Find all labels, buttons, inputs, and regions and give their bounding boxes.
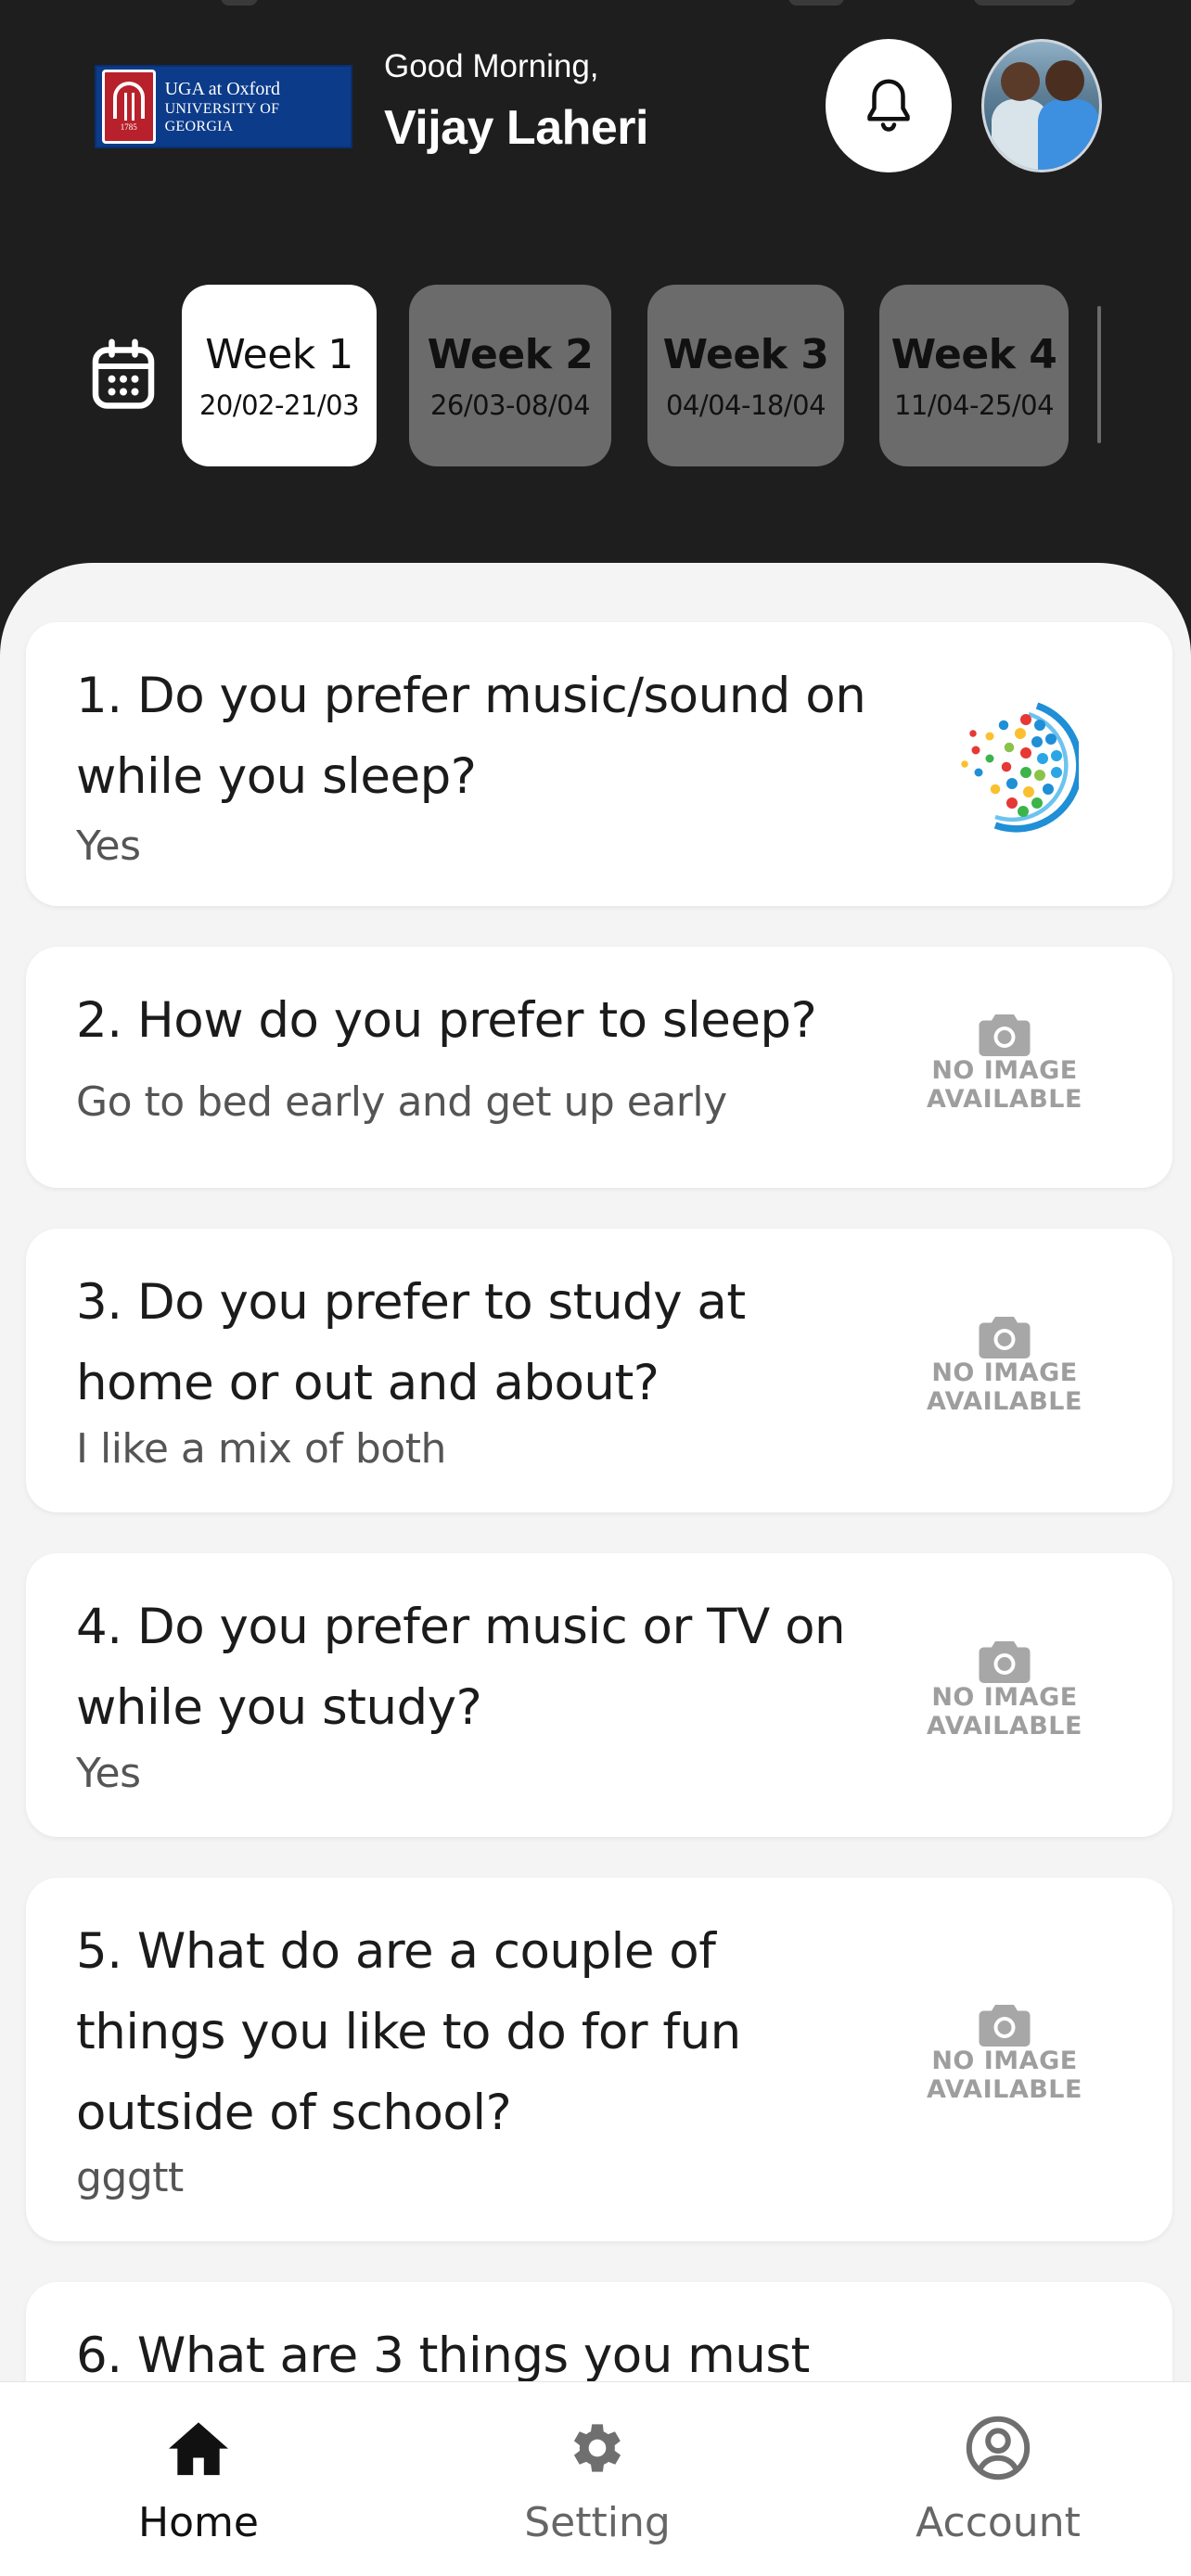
no-image-placeholder: NO IMAGE AVAILABLE [912,1637,1097,1741]
header: 1785 UGA at Oxford UNIVERSITY OF GEORGIA… [0,0,1191,556]
answer-text: I like a mix of both [76,1425,446,1473]
question-card[interactable]: 1. Do you prefer music/sound on while yo… [26,622,1172,906]
gear-icon [573,2424,621,2472]
camera-icon [979,1641,1031,1683]
logo-line2: UNIVERSITY OF GEORGIA [164,100,280,134]
question-text: 2. How do you prefer to sleep? [76,992,817,1049]
bottom-navigation: Home Setting Account [0,2381,1191,2576]
no-image-placeholder: NO IMAGE AVAILABLE [912,1010,1097,1114]
nav-account-label: Account [916,2499,1081,2546]
answer-text: Yes [76,1750,141,1797]
nav-account[interactable]: Account [859,2382,1137,2576]
user-name: Vijay Laheri [384,101,648,155]
no-image-placeholder: NO IMAGE AVAILABLE [912,1312,1097,1416]
nav-setting-label: Setting [524,2499,671,2546]
week-tab-1[interactable]: Week 1 20/02-21/03 [182,285,377,466]
camera-icon [979,1317,1031,1358]
answer-text: Yes [76,823,141,870]
question-card[interactable]: 5. What do are a couple of things you li… [26,1878,1172,2241]
week-tab-3[interactable]: Week 3 04/04-18/04 [647,285,844,466]
nav-home[interactable]: Home [59,2382,338,2576]
question-text: 4. Do you prefer music or TV on while yo… [76,1599,846,1736]
answer-text: gggtt [76,2154,184,2201]
nav-home-label: Home [138,2499,259,2546]
calendar-icon[interactable] [91,338,156,413]
questions-panel[interactable]: 1. Do you prefer music/sound on while yo… [0,563,1191,2576]
greeting-text: Good Morning, [384,48,599,84]
question-card[interactable]: 2. How do you prefer to sleep? Go to bed… [26,947,1172,1188]
question-text: 3. Do you prefer to study at home or out… [76,1274,746,1411]
university-logo: 1785 UGA at Oxford UNIVERSITY OF GEORGIA [95,65,352,148]
nav-setting[interactable]: Setting [458,2382,736,2576]
bell-icon [867,79,910,132]
week-tab-5-edge[interactable] [1097,306,1101,443]
question-text: 5. What do are a couple of things you li… [76,1923,741,2141]
logo-line1: UGA at Oxford [164,78,280,99]
account-circle-icon [966,2416,1031,2480]
question-card[interactable]: 3. Do you prefer to study at home or out… [26,1229,1172,1512]
globe-logo-icon [961,702,1079,833]
question-text: 1. Do you prefer music/sound on while yo… [76,668,866,805]
avatar[interactable] [981,39,1102,172]
week-tab-2[interactable]: Week 2 26/03-08/04 [409,285,611,466]
seal-icon: 1785 [102,70,156,144]
notification-button[interactable] [826,39,952,172]
no-image-placeholder: NO IMAGE AVAILABLE [912,2000,1097,2104]
answer-text: Go to bed early and get up early [76,1078,727,1126]
question-card[interactable]: 4. Do you prefer music or TV on while yo… [26,1553,1172,1837]
camera-icon [979,2005,1031,2047]
week-tab-4[interactable]: Week 4 11/04-25/04 [879,285,1069,466]
home-icon [169,2422,228,2476]
camera-icon [979,1014,1031,1056]
